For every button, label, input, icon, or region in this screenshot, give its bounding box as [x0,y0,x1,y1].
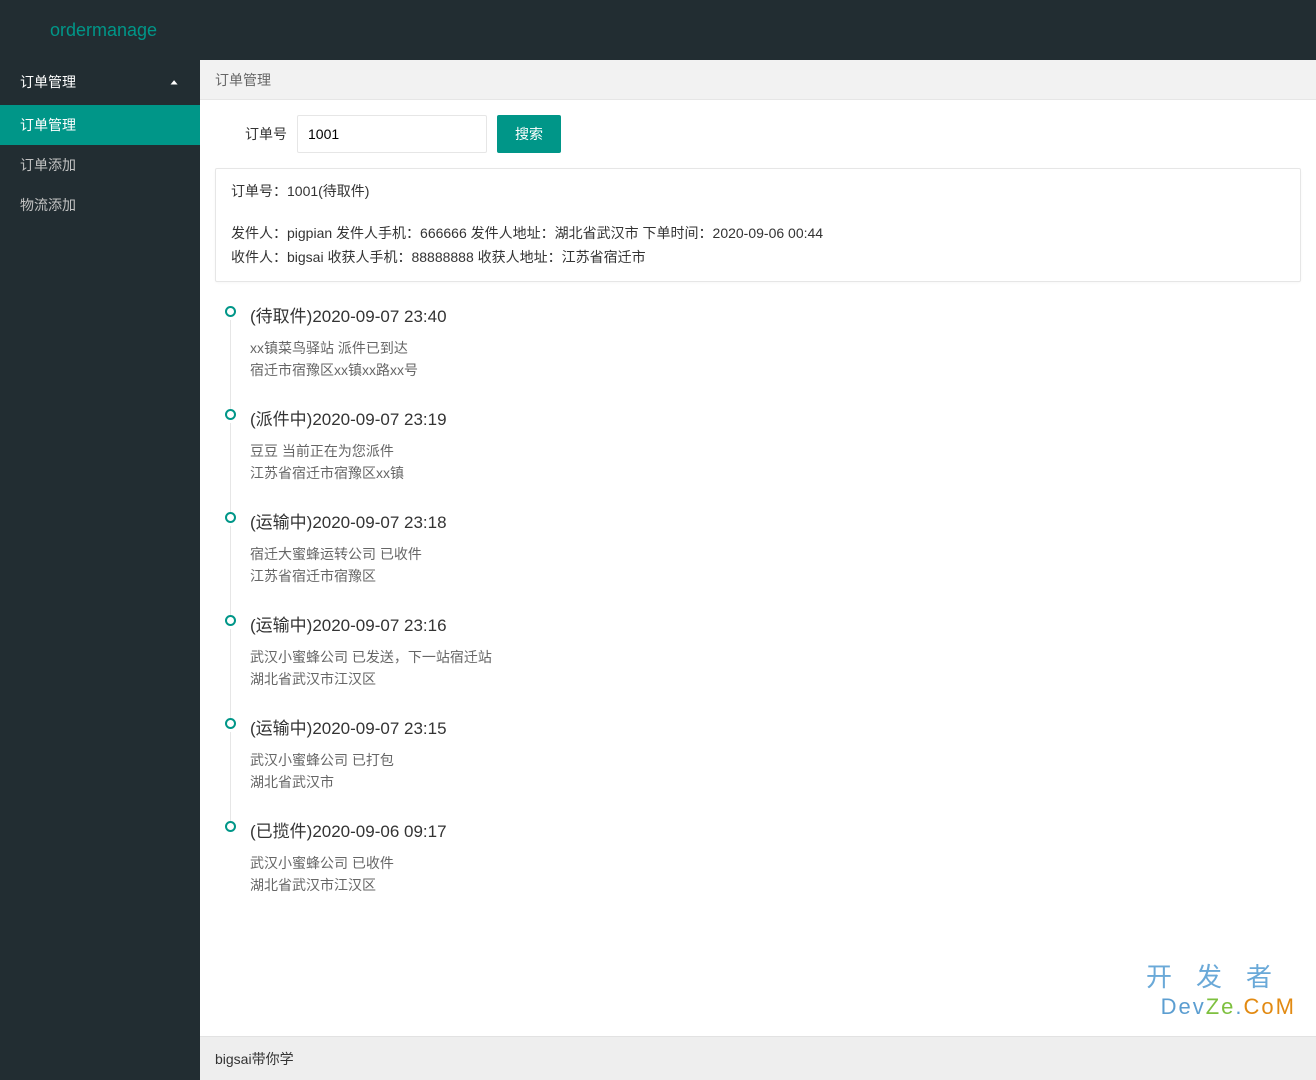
search-row: 订单号 搜索 [245,115,1301,153]
footer-text: bigsai带你学 [215,1051,294,1067]
sidebar: 订单管理 ▲ 订单管理订单添加物流添加 [0,60,200,1080]
timeline-text: 武汉小蜜蜂公司 已打包 [250,749,1301,771]
timeline-title: (已揽件)2020-09-06 09:17 [250,817,1301,842]
timeline-item: (待取件)2020-09-07 23:40 xx镇菜鸟驿站 派件已到达宿迁市宿豫区… [225,302,1301,405]
timeline-dot-icon [225,306,236,317]
timeline-location: 湖北省武汉市江汉区 [250,874,1301,896]
content-area: 订单号 搜索 订单号：1001(待取件) 发件人：pigpian 发件人手机：6… [200,100,1316,1036]
timeline-dot-icon [225,615,236,626]
timeline-title: (运输中)2020-09-07 23:18 [250,508,1301,533]
timeline-title: (运输中)2020-09-07 23:15 [250,714,1301,739]
order-id-line: 订单号：1001(待取件) [231,181,1285,201]
search-label: 订单号 [245,124,287,144]
timeline-text: 武汉小蜜蜂公司 已收件 [250,852,1301,874]
breadcrumb-text: 订单管理 [215,72,271,88]
timeline-dot-icon [225,718,236,729]
timeline-text: 武汉小蜜蜂公司 已发送，下一站宿迁站 [250,646,1301,668]
timeline-dot-icon [225,512,236,523]
timeline-location: 宿迁市宿豫区xx镇xx路xx号 [250,359,1301,381]
order-id-input[interactable] [297,115,487,153]
timeline-dot-icon [225,409,236,420]
sidebar-group-label: 订单管理 [20,60,76,105]
chevron-up-icon: ▲ [168,69,180,96]
timeline-title: (待取件)2020-09-07 23:40 [250,302,1301,327]
timeline-text: xx镇菜鸟驿站 派件已到达 [250,337,1301,359]
order-card: 订单号：1001(待取件) 发件人：pigpian 发件人手机：666666 发… [215,168,1301,282]
timeline: (待取件)2020-09-07 23:40 xx镇菜鸟驿站 派件已到达宿迁市宿豫区… [215,302,1301,920]
timeline-text: 豆豆 当前正在为您派件 [250,440,1301,462]
sidebar-group-order[interactable]: 订单管理 ▲ [0,60,200,105]
timeline-title: (运输中)2020-09-07 23:16 [250,611,1301,636]
timeline-item: (运输中)2020-09-07 23:16 武汉小蜜蜂公司 已发送，下一站宿迁站湖… [225,611,1301,714]
timeline-item: (已揽件)2020-09-06 09:17 武汉小蜜蜂公司 已收件湖北省武汉市江汉… [225,817,1301,920]
sidebar-item-1[interactable]: 订单添加 [0,145,200,185]
sidebar-item-0[interactable]: 订单管理 [0,105,200,145]
timeline-dot-icon [225,821,236,832]
search-button[interactable]: 搜索 [497,115,561,153]
timeline-location: 湖北省武汉市江汉区 [250,668,1301,690]
timeline-item: (运输中)2020-09-07 23:18 宿迁大蜜蜂运转公司 已收件江苏省宿迁市… [225,508,1301,611]
timeline-location: 湖北省武汉市 [250,771,1301,793]
brand-text: ordermanage [50,20,157,41]
order-sender-line: 发件人：pigpian 发件人手机：666666 发件人地址：湖北省武汉市 下单… [231,221,1285,245]
top-header: ordermanage [0,0,1316,60]
timeline-title: (派件中)2020-09-07 23:19 [250,405,1301,430]
timeline-text: 宿迁大蜜蜂运转公司 已收件 [250,543,1301,565]
timeline-location: 江苏省宿迁市宿豫区xx镇 [250,462,1301,484]
timeline-item: (派件中)2020-09-07 23:19 豆豆 当前正在为您派件江苏省宿迁市宿豫… [225,405,1301,508]
footer: bigsai带你学 [200,1036,1316,1080]
sidebar-item-2[interactable]: 物流添加 [0,185,200,225]
order-receiver-line: 收件人：bigsai 收获人手机：88888888 收获人地址：江苏省宿迁市 [231,245,1285,269]
timeline-item: (运输中)2020-09-07 23:15 武汉小蜜蜂公司 已打包湖北省武汉市 [225,714,1301,817]
timeline-location: 江苏省宿迁市宿豫区 [250,565,1301,587]
breadcrumb: 订单管理 [200,60,1316,100]
